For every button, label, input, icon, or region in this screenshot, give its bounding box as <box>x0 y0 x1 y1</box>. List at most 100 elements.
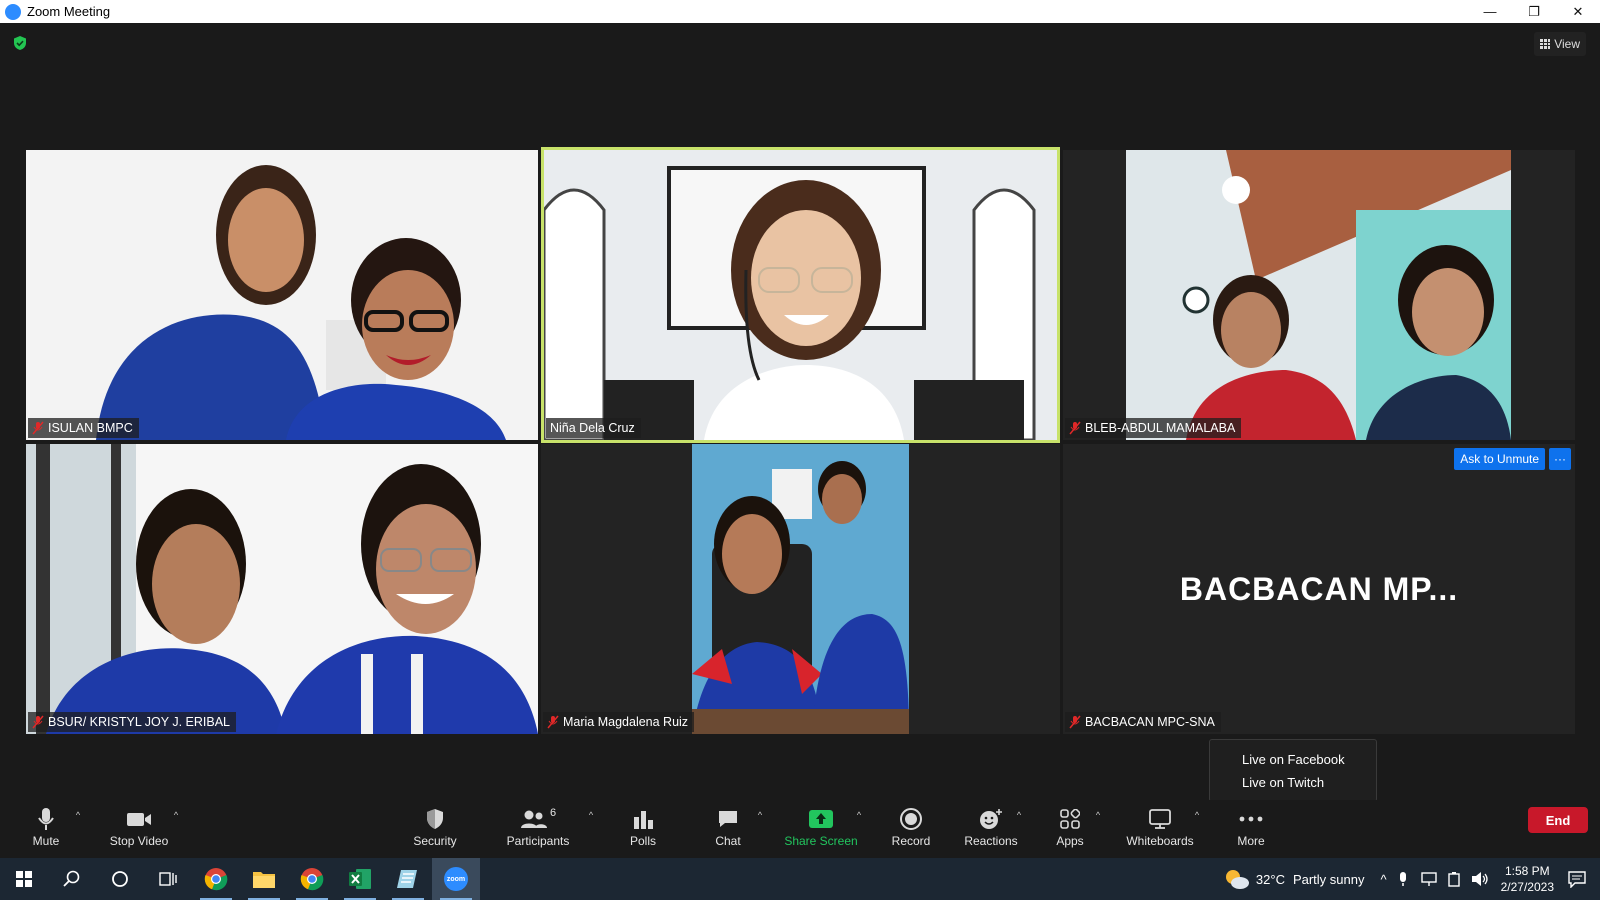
mic-muted-icon <box>1069 421 1081 435</box>
chat-button[interactable]: Chat <box>713 804 743 854</box>
weather-partly-sunny-icon[interactable] <box>1224 868 1250 890</box>
share-options-caret[interactable]: ^ <box>854 810 864 820</box>
mic-muted-icon <box>547 715 559 729</box>
security-button[interactable]: Security <box>410 804 460 854</box>
share-screen-button[interactable]: Share Screen <box>784 804 858 854</box>
participant-name-label: BLEB-ABDUL MAMALABA <box>1065 418 1242 438</box>
mic-muted-icon <box>1069 715 1081 729</box>
windows-taskbar: zoom 32°C Partly sunny ^ 1:58 PM 2/27/20… <box>0 858 1600 900</box>
participants-options-caret[interactable]: ^ <box>586 810 596 820</box>
participants-icon <box>520 810 547 828</box>
volume-speaker-icon[interactable] <box>1471 871 1489 887</box>
participant-name-label: BACBACAN MPC-SNA <box>1065 712 1221 732</box>
taskbar-zoom[interactable]: zoom <box>432 858 480 900</box>
polls-bar-chart-icon <box>634 811 653 829</box>
taskbar-file-explorer[interactable] <box>240 858 288 900</box>
ask-to-unmute-button[interactable]: Ask to Unmute <box>1454 448 1545 470</box>
close-button[interactable]: ✕ <box>1556 0 1600 23</box>
reactions-smiley-icon <box>980 809 1002 829</box>
polls-button[interactable]: Polls <box>628 804 658 854</box>
search-button[interactable] <box>48 858 96 900</box>
video-tile-nina[interactable]: Niña Dela Cruz <box>541 147 1060 443</box>
apps-button[interactable]: Apps <box>1055 804 1085 854</box>
security-shield-icon <box>427 809 443 829</box>
taskbar-chrome-1[interactable] <box>192 858 240 900</box>
record-icon <box>900 808 922 830</box>
grid-icon <box>1540 39 1551 49</box>
tile-more-options-button[interactable]: ··· <box>1549 448 1571 470</box>
participants-count: 6 <box>549 807 557 819</box>
task-view-button[interactable] <box>144 858 192 900</box>
share-screen-icon <box>809 810 833 828</box>
chat-options-caret[interactable]: ^ <box>755 810 765 820</box>
menu-item-live-facebook[interactable]: Live on Facebook <box>1210 748 1376 771</box>
menu-item-live-twitch[interactable]: Live on Twitch <box>1210 771 1376 794</box>
mic-muted-icon <box>32 715 44 729</box>
participant-name-label: Niña Dela Cruz <box>546 418 641 438</box>
participant-video <box>26 150 538 440</box>
window-title: Zoom Meeting <box>27 4 111 19</box>
battery-plug-icon[interactable] <box>1447 871 1461 887</box>
cortana-circle-icon <box>112 871 128 887</box>
video-camera-icon <box>127 813 151 826</box>
participant-video <box>692 444 909 734</box>
participant-name-label: BSUR/ KRISTYL JOY J. ERIBAL <box>28 712 237 732</box>
zoom-app-label: zoom <box>446 875 466 883</box>
chat-bubble-icon <box>719 811 737 827</box>
taskbar-notes-app[interactable] <box>384 858 432 900</box>
mic-muted-icon <box>32 421 44 435</box>
video-tile-isulan[interactable]: ISULAN BMPC <box>26 150 538 440</box>
reactions-button[interactable]: Reactions <box>964 804 1018 854</box>
more-button[interactable]: More <box>1236 804 1266 854</box>
video-options-caret[interactable]: ^ <box>171 810 181 820</box>
view-label: View <box>1554 37 1580 51</box>
excel-icon <box>349 869 371 889</box>
reactions-options-caret[interactable]: ^ <box>1014 810 1024 820</box>
end-meeting-button[interactable]: End <box>1528 807 1588 833</box>
minimize-button[interactable]: — <box>1468 0 1512 23</box>
view-button[interactable]: View <box>1534 32 1586 56</box>
meeting-topbar: View <box>0 23 1600 63</box>
microphone-icon <box>38 808 54 830</box>
taskbar-chrome-2[interactable] <box>288 858 336 900</box>
maximize-button[interactable]: ❐ <box>1512 0 1556 23</box>
taskbar-clock[interactable]: 1:58 PM 2/27/2023 <box>1501 863 1554 895</box>
chrome-icon <box>204 868 228 891</box>
participants-button[interactable]: 6 Participants <box>506 804 570 854</box>
notifications-icon[interactable] <box>1568 870 1586 888</box>
folder-icon <box>253 872 275 888</box>
start-button[interactable] <box>0 858 48 900</box>
cortana-button[interactable] <box>96 858 144 900</box>
participant-video <box>1126 150 1511 440</box>
video-gallery: ISULAN BMPC Niña Dela Cruz BLEB-ABDUL MA… <box>0 63 1600 800</box>
apps-icon <box>1060 809 1080 829</box>
system-tray: 32°C Partly sunny ^ 1:58 PM 2/27/2023 <box>1224 858 1600 900</box>
stop-video-button[interactable]: Stop Video <box>107 804 171 854</box>
apps-options-caret[interactable]: ^ <box>1093 810 1103 820</box>
encryption-shield-icon[interactable] <box>12 35 28 51</box>
whiteboard-icon <box>1149 809 1171 829</box>
participant-name-label: Maria Magdalena Ruiz <box>543 712 695 732</box>
show-hidden-icons-chevron-icon[interactable]: ^ <box>1381 872 1387 887</box>
video-tile-bacbacan[interactable]: BACBACAN MP... Ask to Unmute ··· BACBACA… <box>1063 444 1575 734</box>
video-tile-bsur-kristyl[interactable]: BSUR/ KRISTYL JOY J. ERIBAL <box>26 444 538 734</box>
weather-description[interactable]: Partly sunny <box>1293 872 1365 887</box>
video-tile-maria[interactable]: Maria Magdalena Ruiz <box>541 444 1060 734</box>
whiteboards-button[interactable]: Whiteboards <box>1125 804 1195 854</box>
participant-video <box>544 150 1057 440</box>
microphone-tray-icon[interactable] <box>1397 871 1409 887</box>
weather-temperature[interactable]: 32°C <box>1256 872 1285 887</box>
network-icon[interactable] <box>1420 871 1437 887</box>
window-titlebar: Zoom Meeting — ❐ ✕ <box>0 0 1600 23</box>
mute-options-caret[interactable]: ^ <box>73 810 83 820</box>
taskbar-excel[interactable] <box>336 858 384 900</box>
whiteboards-options-caret[interactable]: ^ <box>1192 810 1202 820</box>
participant-video <box>26 444 538 734</box>
clock-date: 2/27/2023 <box>1500 880 1554 894</box>
participant-name-label: ISULAN BMPC <box>28 418 139 438</box>
mute-button[interactable]: Mute <box>28 804 64 854</box>
zoom-logo-icon <box>5 3 21 20</box>
notes-app-icon <box>397 870 417 888</box>
video-tile-bleb-abdul[interactable]: BLEB-ABDUL MAMALABA <box>1063 150 1575 440</box>
record-button[interactable]: Record <box>891 804 931 854</box>
